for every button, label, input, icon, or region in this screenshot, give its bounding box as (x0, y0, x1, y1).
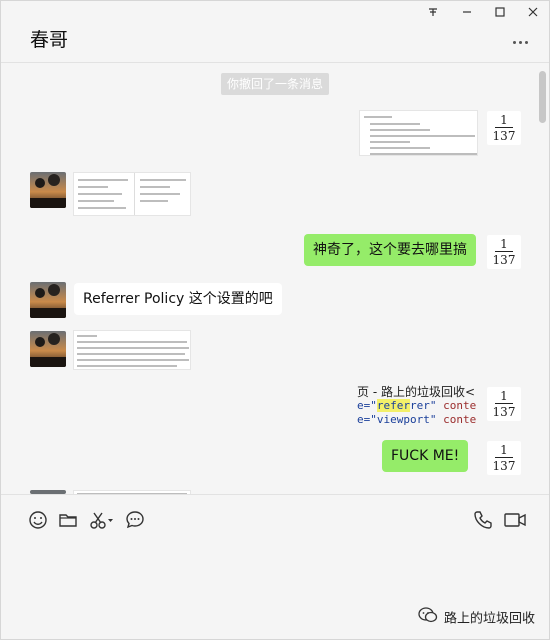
sent-image-request-headers[interactable] (359, 110, 478, 156)
phone-icon[interactable] (473, 510, 495, 530)
contact-name: 春哥 (30, 29, 69, 51)
page-counter: 1 137 (487, 235, 521, 269)
avatar[interactable] (30, 331, 66, 367)
maximize-icon[interactable] (488, 5, 512, 23)
received-message[interactable]: Referrer Policy 这个设置的吧 (74, 283, 282, 315)
input-divider (1, 494, 549, 495)
chat-scrollbar[interactable] (539, 71, 546, 123)
message-list[interactable]: 你撤回了一条消息 1 137 神奇了，这个要去哪里搞 1 137 Referre… (1, 64, 537, 494)
sent-message[interactable]: 神奇了，这个要去哪里搞 (304, 234, 476, 266)
watermark: 路上的垃圾回收 (418, 607, 535, 629)
recall-notice: 你撤回了一条消息 (221, 73, 330, 95)
received-image-article[interactable] (73, 330, 191, 370)
minimize-icon[interactable] (455, 5, 479, 23)
video-camera-icon[interactable] (503, 510, 527, 530)
page-counter: 1 137 (487, 441, 521, 475)
more-dots-icon[interactable] (513, 29, 535, 44)
watermark-text: 路上的垃圾回收 (443, 611, 535, 627)
page-counter: 1 137 (487, 387, 521, 421)
close-icon[interactable] (521, 5, 545, 23)
wechat-logo-icon (418, 607, 438, 631)
scissors-icon[interactable] (89, 510, 115, 530)
page-counter: 1 137 (487, 111, 521, 145)
received-image-screenshot[interactable] (73, 172, 191, 216)
avatar[interactable] (30, 172, 66, 208)
folder-icon[interactable] (58, 510, 80, 530)
pin-icon[interactable] (421, 5, 445, 23)
chat-window: 春哥 你撤回了一条消息 1 137 神奇了，这个要去哪里搞 1 137 Refe… (0, 0, 550, 640)
avatar[interactable] (30, 282, 66, 318)
sent-message[interactable]: FUCK ME! (382, 440, 469, 472)
emoji-icon[interactable] (28, 510, 50, 530)
sent-image-code-snippet[interactable]: 页 - 路上的垃圾回收< e="referrer" conte e="viewp… (357, 385, 478, 427)
chat-bubble-icon[interactable] (125, 510, 147, 530)
title-bar: 春哥 (1, 1, 549, 63)
